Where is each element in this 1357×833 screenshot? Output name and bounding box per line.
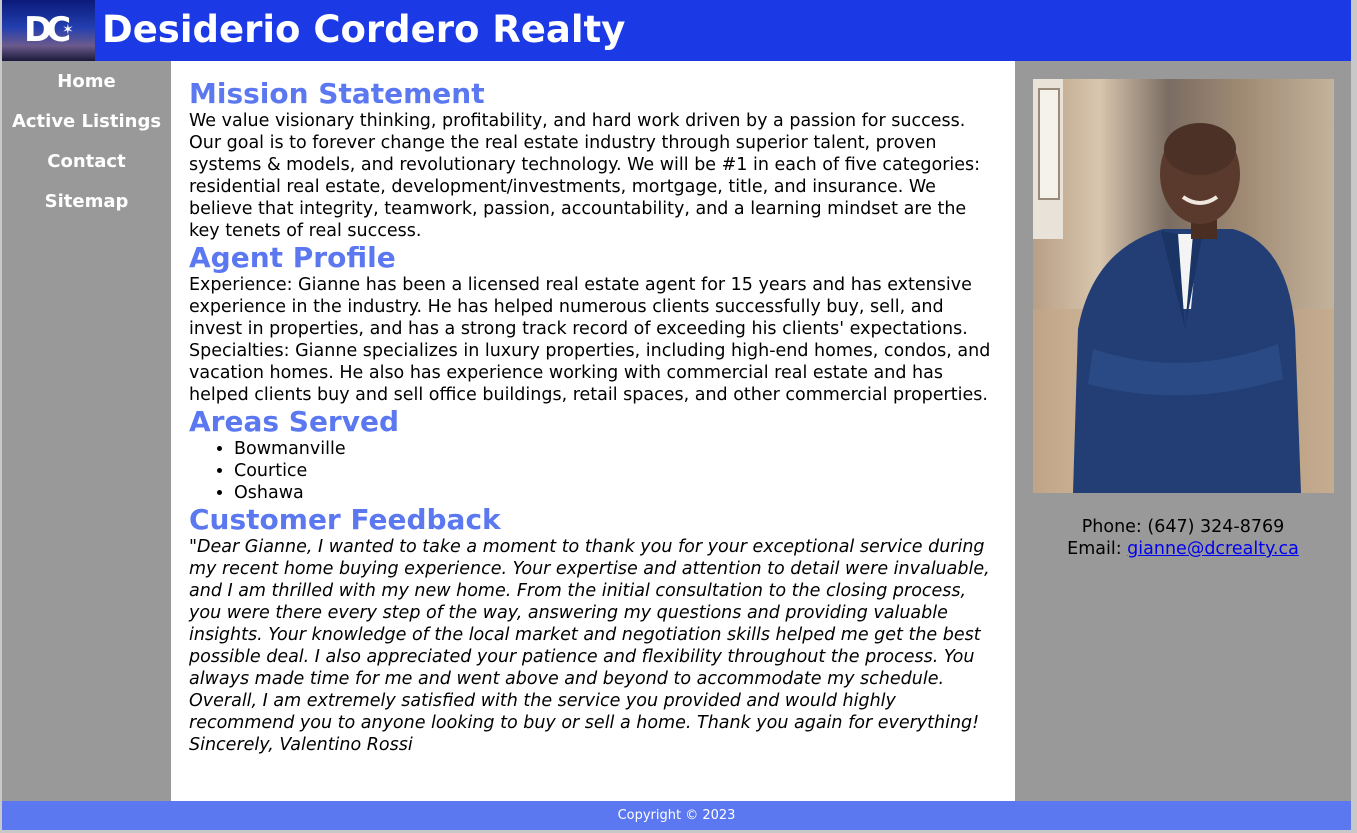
feedback-heading: Customer Feedback bbox=[189, 503, 501, 536]
list-item: Oshawa bbox=[234, 482, 997, 504]
main-content: Mission Statement We value visionary thi… bbox=[171, 61, 1015, 801]
logo-text: DC bbox=[24, 10, 71, 50]
list-item: Courtice bbox=[234, 460, 997, 482]
nav-item-active-listings[interactable]: Active Listings bbox=[2, 101, 171, 141]
agent-photo bbox=[1033, 79, 1334, 493]
page-frame: DC ✶ Desiderio Cordero Realty Home Activ… bbox=[2, 0, 1351, 830]
list-item: Bowmanville bbox=[234, 438, 997, 460]
feedback-text: "Dear Gianne, I wanted to take a moment … bbox=[189, 537, 990, 755]
site-footer: Copyright © 2023 bbox=[2, 801, 1351, 830]
sidebar-nav: Home Active Listings Contact Sitemap bbox=[2, 61, 171, 221]
site-header: DC ✶ Desiderio Cordero Realty bbox=[2, 0, 1351, 61]
nav-item-contact[interactable]: Contact bbox=[2, 141, 171, 181]
phone-number: (647) 324-8769 bbox=[1147, 517, 1285, 537]
contact-info: Phone: (647) 324-8769 Email: gianne@dcre… bbox=[1015, 516, 1351, 560]
logo-star-icon: ✶ bbox=[62, 22, 74, 38]
mission-heading: Mission Statement bbox=[189, 77, 485, 110]
areas-list: Bowmanville Courtice Oshawa bbox=[189, 438, 997, 504]
logo[interactable]: DC ✶ bbox=[2, 0, 95, 61]
site-title: Desiderio Cordero Realty bbox=[102, 8, 626, 51]
areas-heading: Areas Served bbox=[189, 405, 400, 438]
email-label: Email: bbox=[1067, 539, 1128, 559]
nav-item-sitemap[interactable]: Sitemap bbox=[2, 181, 171, 221]
nav-item-home[interactable]: Home bbox=[2, 61, 171, 101]
email-link[interactable]: gianne@dcrealty.ca bbox=[1127, 539, 1299, 559]
profile-heading: Agent Profile bbox=[189, 241, 396, 274]
phone-label: Phone: bbox=[1081, 517, 1148, 537]
email-line: Email: gianne@dcrealty.ca bbox=[1015, 538, 1351, 560]
copyright-text: Copyright © 2023 bbox=[617, 808, 736, 823]
agent-sidebar: Phone: (647) 324-8769 Email: gianne@dcre… bbox=[1015, 61, 1351, 801]
phone-line: Phone: (647) 324-8769 bbox=[1015, 516, 1351, 538]
mission-text: We value visionary thinking, profitabili… bbox=[189, 111, 981, 241]
profile-text: Experience: Gianne has been a licensed r… bbox=[189, 275, 991, 405]
